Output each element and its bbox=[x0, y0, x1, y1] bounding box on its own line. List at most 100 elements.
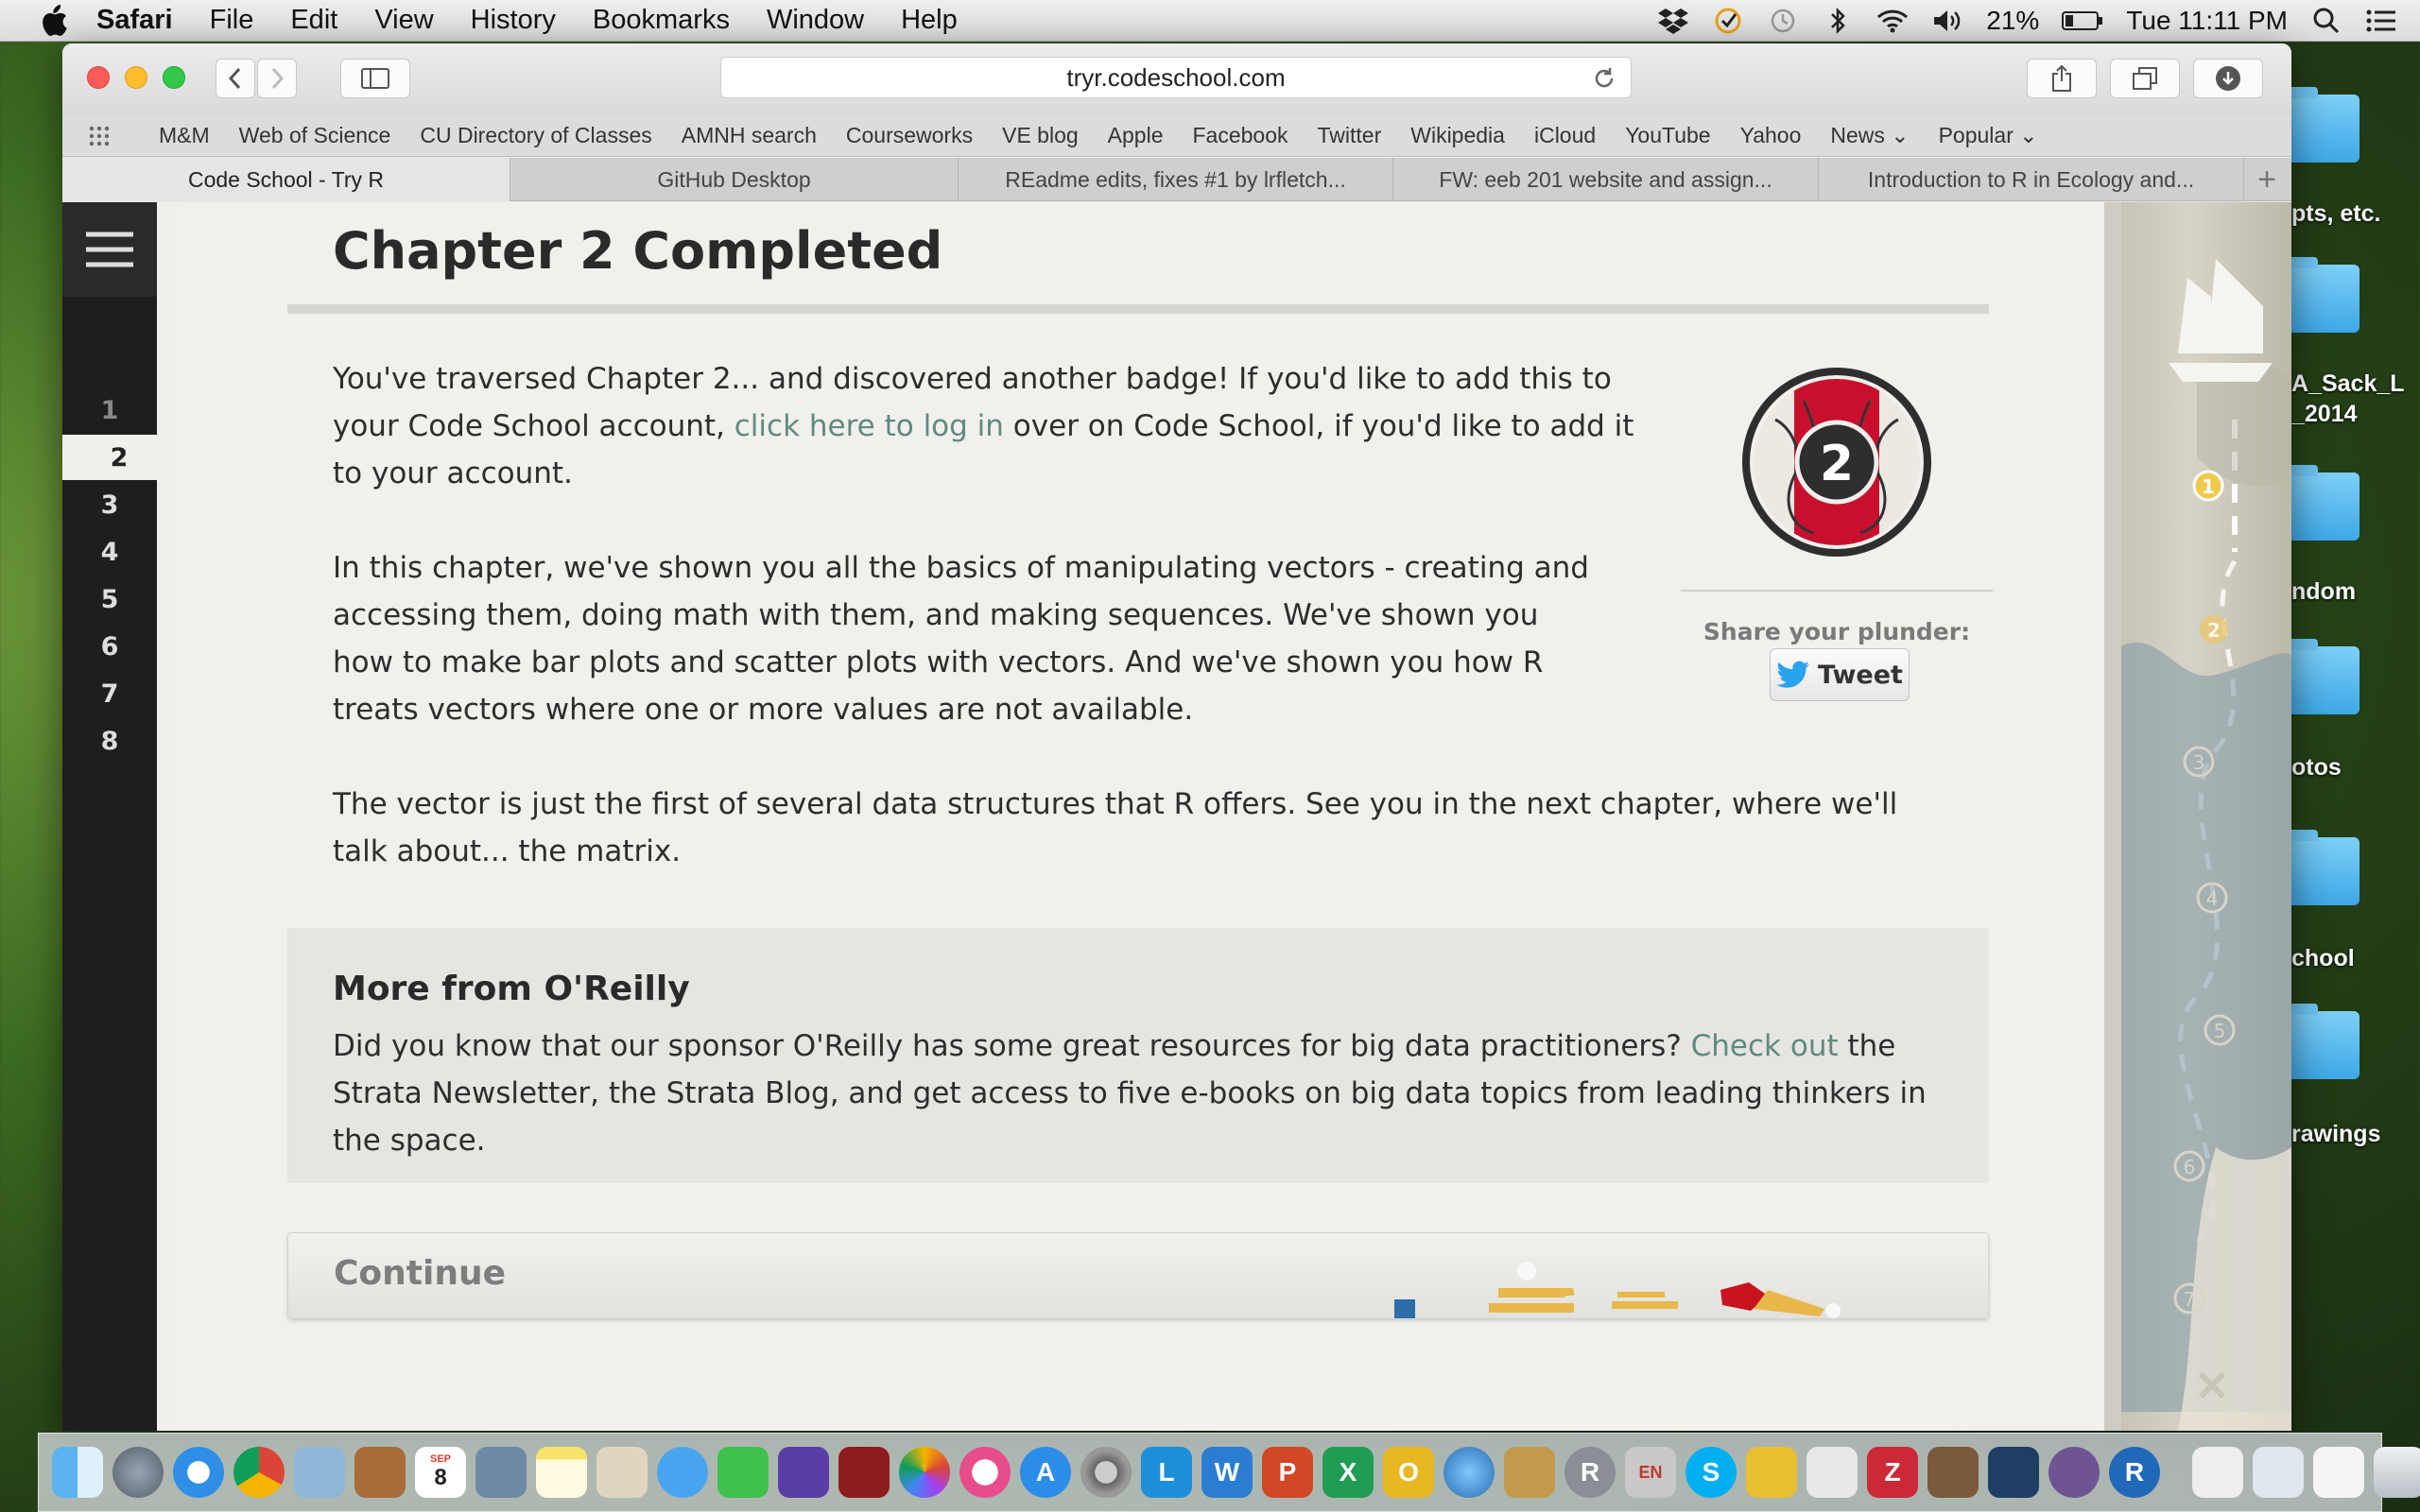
hamburger-menu-button[interactable] bbox=[62, 202, 157, 297]
itunes-icon[interactable] bbox=[959, 1447, 1011, 1498]
instruments-icon[interactable] bbox=[1927, 1447, 1979, 1498]
continue-button[interactable]: Continue bbox=[287, 1232, 1989, 1319]
window-minimize-button[interactable] bbox=[125, 66, 147, 89]
menubar-clock[interactable]: Tue 11:11 PM bbox=[2126, 6, 2288, 36]
checkmark-app-icon[interactable] bbox=[1712, 5, 1744, 37]
battery-icon[interactable] bbox=[2062, 5, 2103, 37]
desktop-folder-label[interactable]: rawings bbox=[2291, 1121, 2380, 1148]
share-button[interactable] bbox=[2027, 59, 2097, 98]
documents-stack-icon[interactable] bbox=[2192, 1447, 2243, 1498]
tweet-button[interactable]: Tweet bbox=[1770, 648, 1910, 701]
favorite-link[interactable]: AMNH search bbox=[682, 123, 817, 148]
favorite-folder-popular[interactable]: Popular ⌄ bbox=[1939, 123, 2038, 148]
chapter-link-5[interactable]: 5 bbox=[62, 576, 157, 622]
desktop-folder[interactable] bbox=[2286, 1004, 2360, 1079]
favorite-link[interactable]: Yahoo bbox=[1740, 123, 1802, 148]
chapter-link-3[interactable]: 3 bbox=[62, 482, 157, 527]
back-button[interactable] bbox=[216, 59, 255, 98]
notes-icon[interactable] bbox=[536, 1447, 587, 1498]
menu-view[interactable]: View bbox=[374, 5, 433, 36]
address-bar[interactable]: tryr.codeschool.com bbox=[720, 57, 1632, 98]
volume-icon[interactable] bbox=[1931, 5, 1963, 37]
image-capture-icon[interactable] bbox=[475, 1447, 527, 1498]
favorite-link[interactable]: Apple bbox=[1108, 123, 1164, 148]
chapter-link-6[interactable]: 6 bbox=[62, 624, 157, 669]
editor-app-icon[interactable] bbox=[1988, 1447, 2039, 1498]
chapter-link-7[interactable]: 7 bbox=[62, 671, 157, 716]
tab-readme-edits[interactable]: REadme edits, fixes #1 by lrfletch... bbox=[959, 158, 1393, 201]
r-app-icon[interactable]: R bbox=[2109, 1447, 2160, 1498]
chapter-link-8[interactable]: 8 bbox=[62, 718, 157, 764]
apple-icon[interactable] bbox=[38, 4, 68, 37]
photos-icon[interactable] bbox=[899, 1447, 950, 1498]
bibliography-app-icon[interactable] bbox=[1746, 1447, 1797, 1498]
contacts-icon[interactable] bbox=[596, 1447, 648, 1498]
messages-icon[interactable] bbox=[657, 1447, 708, 1498]
sidebar-toggle-button[interactable] bbox=[340, 59, 410, 98]
desktop-folder-label[interactable]: otos bbox=[2291, 754, 2342, 782]
bluetooth-icon[interactable] bbox=[1822, 5, 1854, 37]
reload-icon[interactable] bbox=[1591, 65, 1617, 92]
favorite-link[interactable]: Facebook bbox=[1193, 123, 1288, 148]
spotlight-search-icon[interactable] bbox=[2310, 5, 2342, 37]
wifi-icon[interactable] bbox=[1876, 5, 1909, 37]
dropbox-icon[interactable] bbox=[1657, 5, 1689, 37]
finder-icon[interactable] bbox=[52, 1447, 103, 1498]
notebook-icon[interactable] bbox=[354, 1447, 406, 1498]
downloads-button[interactable] bbox=[2193, 59, 2263, 98]
favorite-link[interactable]: M&M bbox=[159, 123, 210, 148]
forward-button[interactable] bbox=[257, 59, 297, 98]
favorite-link[interactable]: VE blog bbox=[1002, 123, 1079, 148]
lync-icon[interactable]: L bbox=[1141, 1447, 1192, 1498]
tab-overview-button[interactable] bbox=[2110, 59, 2180, 98]
desktop-folder-label[interactable]: pts, etc. bbox=[2291, 200, 2380, 228]
tab-intro-r[interactable]: Introduction to R in Ecology and... bbox=[1819, 158, 2244, 201]
favorite-link[interactable]: iCloud bbox=[1534, 123, 1596, 148]
dictionary-icon[interactable]: EN bbox=[1625, 1447, 1676, 1498]
menu-bookmarks[interactable]: Bookmarks bbox=[593, 5, 730, 36]
chrome-icon[interactable] bbox=[233, 1447, 285, 1498]
tab-code-school[interactable]: Code School - Try R bbox=[62, 158, 510, 201]
calendar-icon[interactable]: SEP 8 bbox=[415, 1447, 466, 1498]
window-close-button[interactable] bbox=[87, 66, 110, 89]
trash-icon[interactable] bbox=[2374, 1447, 2420, 1498]
menu-history[interactable]: History bbox=[471, 5, 556, 36]
desktop-folder[interactable] bbox=[2286, 830, 2360, 905]
login-link[interactable]: click here to log in bbox=[735, 409, 1004, 443]
desktop-folder[interactable] bbox=[2286, 257, 2360, 333]
microscope-app-icon[interactable] bbox=[1504, 1447, 1555, 1498]
launchpad-icon[interactable] bbox=[112, 1447, 164, 1498]
chapter-link-1[interactable]: 1 bbox=[62, 387, 157, 433]
menu-app-name[interactable]: Safari bbox=[96, 5, 173, 36]
outlook-icon[interactable]: O bbox=[1383, 1447, 1434, 1498]
desktop-folder-label[interactable]: _2014 bbox=[2291, 401, 2358, 428]
app-store-icon[interactable]: A bbox=[1020, 1447, 1071, 1498]
desktop-folder-label[interactable]: A_Sack_L bbox=[2291, 370, 2405, 398]
facetime-icon[interactable] bbox=[717, 1447, 769, 1498]
zotero-icon[interactable]: Z bbox=[1867, 1447, 1918, 1498]
time-machine-icon[interactable] bbox=[1767, 5, 1799, 37]
skype-icon[interactable]: S bbox=[1685, 1447, 1737, 1498]
menu-window[interactable]: Window bbox=[767, 5, 864, 36]
photo-booth-icon[interactable] bbox=[838, 1447, 890, 1498]
desktop-folder[interactable] bbox=[2286, 639, 2360, 714]
favorite-link[interactable]: Wikipedia bbox=[1410, 123, 1505, 148]
imovie-icon[interactable] bbox=[778, 1447, 829, 1498]
powerpoint-icon[interactable]: P bbox=[1262, 1447, 1313, 1498]
menu-edit[interactable]: Edit bbox=[290, 5, 337, 36]
chapter-link-4[interactable]: 4 bbox=[62, 529, 157, 575]
tab-github-desktop[interactable]: GitHub Desktop bbox=[510, 158, 959, 201]
favorite-link[interactable]: Courseworks bbox=[846, 123, 973, 148]
menu-file[interactable]: File bbox=[210, 5, 254, 36]
favorite-link[interactable]: CU Directory of Classes bbox=[420, 123, 651, 148]
desktop-folder[interactable] bbox=[2286, 465, 2360, 541]
globe-app-icon[interactable] bbox=[1443, 1447, 1495, 1498]
rstudio-gray-icon[interactable]: R bbox=[1564, 1447, 1616, 1498]
desktop-folder-label[interactable]: chool bbox=[2291, 945, 2355, 972]
downloads-stack-icon[interactable] bbox=[2253, 1447, 2304, 1498]
system-preferences-icon[interactable] bbox=[1080, 1447, 1132, 1498]
excel-icon[interactable]: X bbox=[1322, 1447, 1374, 1498]
favorite-link[interactable]: Web of Science bbox=[239, 123, 391, 148]
desktop-folder[interactable] bbox=[2286, 87, 2360, 163]
new-tab-button[interactable]: + bbox=[2244, 158, 2290, 201]
